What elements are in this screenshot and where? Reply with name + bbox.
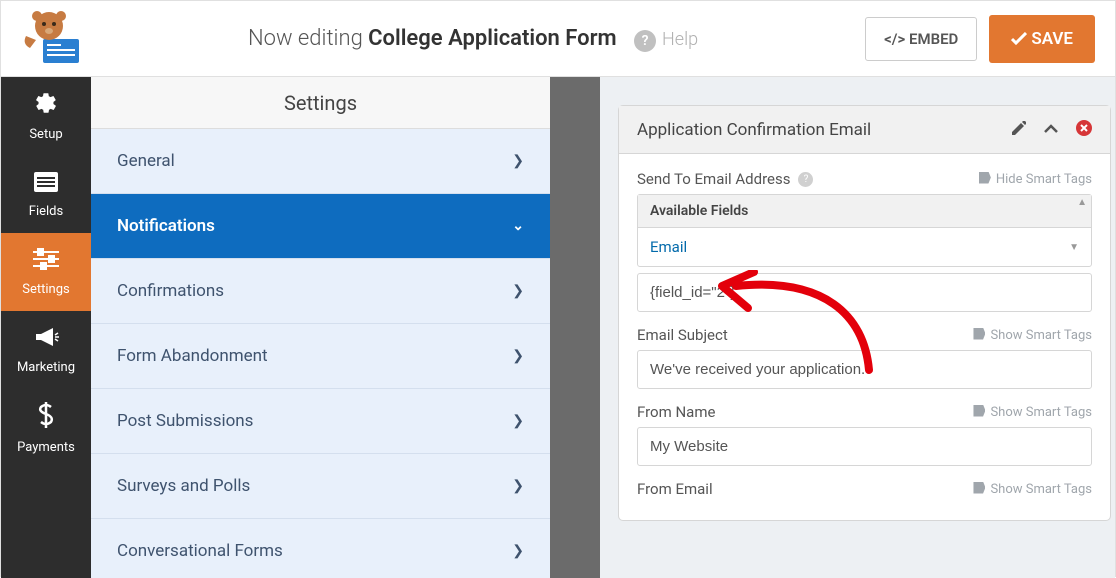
- subpanel-notifications[interactable]: Notifications⌄: [91, 194, 550, 259]
- help-icon[interactable]: ?: [798, 172, 813, 187]
- nav-fields[interactable]: Fields: [1, 155, 91, 233]
- fromemail-label: From Email: [637, 480, 713, 498]
- save-button[interactable]: SAVE: [989, 15, 1095, 63]
- delete-icon[interactable]: [1076, 120, 1092, 140]
- gear-icon: [34, 91, 58, 121]
- subpanel-confirmations[interactable]: Confirmations❯: [91, 259, 550, 324]
- available-fields-header: Available Fields ▲: [638, 195, 1091, 228]
- show-smart-tags[interactable]: Show Smart Tags: [973, 328, 1092, 343]
- panel-divider: [550, 77, 600, 578]
- sendto-field: Send To Email Address? Hide Smart Tags A…: [637, 170, 1092, 312]
- show-smart-tags[interactable]: Show Smart Tags: [973, 482, 1092, 497]
- chevron-right-icon: ❯: [512, 153, 524, 169]
- editing-title: Now editing College Application Form ?He…: [81, 26, 865, 52]
- fromname-input[interactable]: [637, 427, 1092, 466]
- subpanel-title: Settings: [91, 77, 550, 129]
- nav-label: Payments: [17, 440, 75, 455]
- list-icon: [34, 170, 58, 198]
- show-smart-tags[interactable]: Show Smart Tags: [973, 405, 1092, 420]
- nav-payments[interactable]: Payments: [1, 389, 91, 467]
- nav-label: Marketing: [17, 360, 75, 375]
- subpanel-convforms[interactable]: Conversational Forms❯: [91, 519, 550, 578]
- edit-icon[interactable]: [1012, 121, 1026, 139]
- sendto-label: Send To Email Address?: [637, 170, 813, 188]
- fromname-label: From Name: [637, 403, 715, 421]
- editing-prefix: Now editing: [248, 26, 368, 51]
- arrow-down-icon[interactable]: ▼: [1069, 242, 1079, 253]
- app-logo: [21, 11, 81, 66]
- subpanel-postsub[interactable]: Post Submissions❯: [91, 389, 550, 454]
- subpanel-formabandon[interactable]: Form Abandonment❯: [91, 324, 550, 389]
- subject-field: Email Subject Show Smart Tags: [637, 326, 1092, 389]
- content-area: Application Confirmation Email Send To E…: [600, 77, 1115, 578]
- available-fields-dropdown: Available Fields ▲ Email ▼: [637, 194, 1092, 267]
- dollar-icon: [37, 402, 55, 434]
- subpanel-general[interactable]: General❯: [91, 129, 550, 194]
- chevron-right-icon: ❯: [512, 283, 524, 299]
- embed-button[interactable]: </> EMBED: [865, 17, 977, 61]
- nav-settings[interactable]: Settings: [1, 233, 91, 311]
- subpanel-list: General❯ Notifications⌄ Confirmations❯ F…: [91, 129, 550, 578]
- help-icon: ?: [634, 30, 656, 52]
- nav-setup[interactable]: Setup: [1, 77, 91, 155]
- nav-label: Settings: [22, 282, 69, 297]
- field-option-email[interactable]: Email: [650, 238, 687, 256]
- collapse-icon[interactable]: [1044, 122, 1058, 138]
- chevron-right-icon: ❯: [512, 478, 524, 494]
- top-bar: Now editing College Application Form ?He…: [1, 1, 1115, 77]
- megaphone-icon: [33, 326, 59, 354]
- sliders-icon: [33, 248, 59, 276]
- chevron-right-icon: ❯: [512, 413, 524, 429]
- sendto-input[interactable]: [637, 273, 1092, 312]
- card-title: Application Confirmation Email: [637, 120, 871, 140]
- settings-subpanel: Settings General❯ Notifications⌄ Confirm…: [91, 77, 550, 578]
- card-header: Application Confirmation Email: [619, 106, 1110, 154]
- notification-card: Application Confirmation Email Send To E…: [618, 105, 1111, 521]
- nav-label: Setup: [29, 127, 62, 142]
- arrow-up-icon[interactable]: ▲: [1077, 197, 1087, 208]
- fromname-field: From Name Show Smart Tags: [637, 403, 1092, 466]
- chevron-right-icon: ❯: [512, 543, 524, 559]
- subject-label: Email Subject: [637, 326, 728, 344]
- left-nav: Setup Fields Settings Marketing Payments: [1, 77, 91, 578]
- check-icon: [1011, 32, 1027, 45]
- nav-label: Fields: [29, 204, 63, 219]
- hide-smart-tags[interactable]: Hide Smart Tags: [979, 172, 1092, 187]
- fromemail-field: From Email Show Smart Tags: [637, 480, 1092, 498]
- subpanel-surveys[interactable]: Surveys and Polls❯: [91, 454, 550, 519]
- nav-marketing[interactable]: Marketing: [1, 311, 91, 389]
- help-link[interactable]: ?Help: [634, 29, 698, 50]
- chevron-right-icon: ❯: [512, 348, 524, 364]
- chevron-down-icon: ⌄: [512, 218, 524, 234]
- subject-input[interactable]: [637, 350, 1092, 389]
- form-name: College Application Form: [368, 26, 616, 51]
- card-body: Send To Email Address? Hide Smart Tags A…: [619, 154, 1110, 520]
